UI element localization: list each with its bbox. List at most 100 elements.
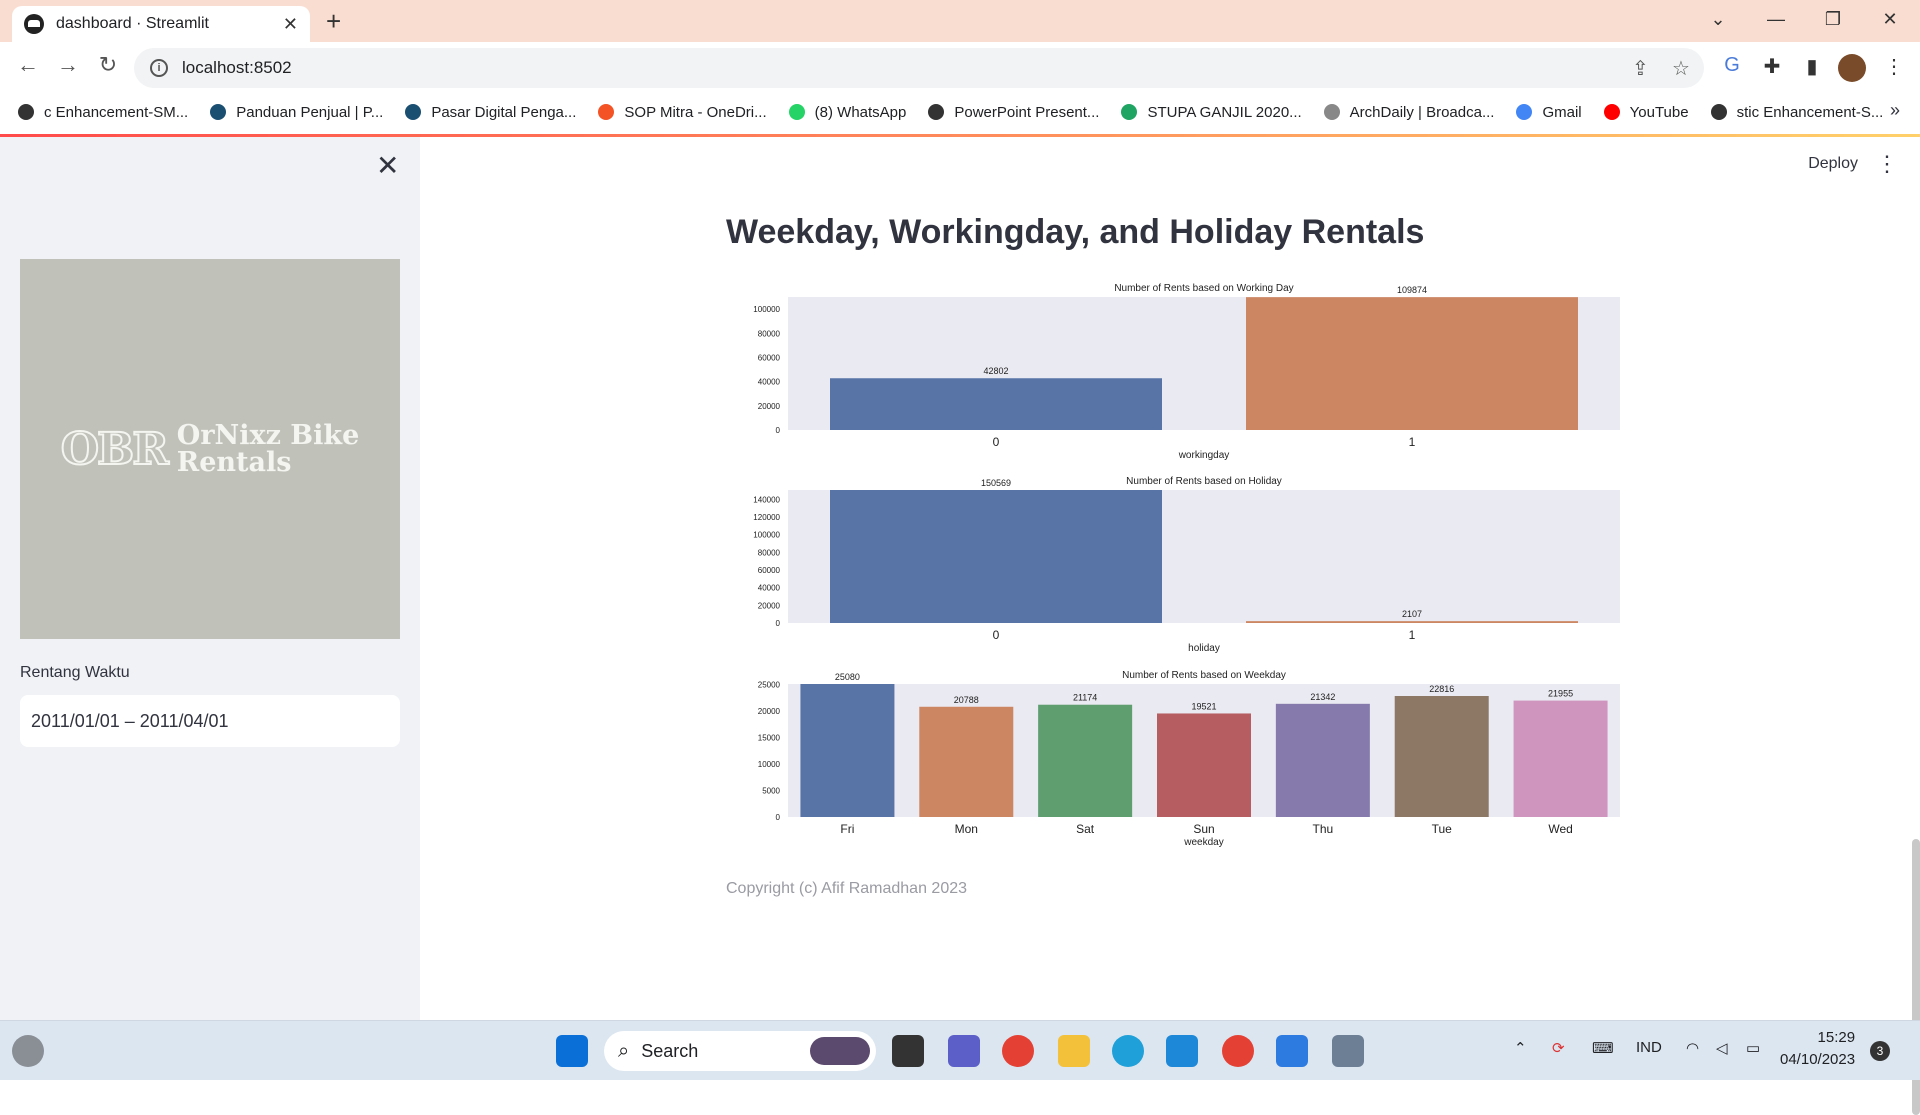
- data-label: 19521: [1191, 701, 1216, 711]
- browser-menu-icon[interactable]: ⋮: [1880, 54, 1908, 79]
- bookmark-label: Gmail: [1542, 103, 1582, 121]
- bookmark-item[interactable]: SOP Mitra - OneDri...: [598, 104, 767, 121]
- sync-icon[interactable]: ⟳: [1552, 1039, 1565, 1057]
- vscode-icon[interactable]: [1166, 1035, 1198, 1067]
- y-tick-label: 0: [776, 426, 781, 435]
- bookmark-label: Pasar Digital Penga...: [431, 103, 577, 121]
- extensions-icon[interactable]: ✚: [1758, 54, 1786, 79]
- date-range-input[interactable]: 2011/01/01 – 2011/04/01: [20, 695, 400, 747]
- globe-icon: [928, 104, 945, 120]
- x-tick-label: Sun: [1193, 822, 1214, 836]
- bookmark-label: STUPA GANJIL 2020...: [1147, 103, 1302, 121]
- data-label: 2107: [1402, 609, 1422, 619]
- bookmark-item[interactable]: Panduan Penjual | P...: [210, 104, 383, 121]
- battery-icon[interactable]: ▭: [1746, 1039, 1760, 1057]
- data-label: 21342: [1310, 692, 1335, 702]
- bookmark-label: ArchDaily | Broadca...: [1349, 103, 1495, 121]
- file-explorer-icon[interactable]: [1058, 1035, 1090, 1067]
- chrome-icon[interactable]: [1002, 1035, 1034, 1067]
- bookmark-item[interactable]: STUPA GANJIL 2020...: [1121, 103, 1302, 121]
- x-tick-label: 1: [1409, 628, 1416, 642]
- keyboard-icon[interactable]: ⌨: [1592, 1039, 1614, 1057]
- bar: [1275, 703, 1370, 817]
- y-tick-label: 20000: [758, 402, 781, 411]
- bookmark-item[interactable]: c Enhancement-SM...: [18, 104, 188, 121]
- address-bar[interactable]: i localhost:8502 ⇪ ☆: [134, 48, 1704, 88]
- forward-icon[interactable]: →: [52, 52, 84, 78]
- tab-search-chevron-icon[interactable]: ⌄: [1698, 4, 1738, 34]
- reload-icon[interactable]: ↻: [92, 52, 124, 78]
- sidebar: ✕ OBR OrNixz Bike Rentals Rentang Waktu …: [0, 137, 420, 1020]
- search-label: Search: [641, 1040, 699, 1061]
- windows-taskbar: ⌕ Search ⌃ ⟳ ⌨ IND ◠ ◁ ▭ 15:29 04/10/202…: [0, 1020, 1920, 1080]
- wifi-icon[interactable]: ◠: [1686, 1039, 1699, 1057]
- share-icon[interactable]: ⇪: [1632, 56, 1649, 81]
- chrome-profile-icon[interactable]: [1222, 1035, 1254, 1067]
- bookmark-item[interactable]: Gmail: [1516, 103, 1582, 121]
- bar: [1038, 704, 1133, 817]
- more-bookmarks-icon[interactable]: »: [1890, 100, 1900, 121]
- show-hidden-icons[interactable]: ⌃: [1514, 1039, 1527, 1057]
- profile-avatar[interactable]: [1838, 54, 1866, 82]
- window-close-icon[interactable]: ✕: [1870, 4, 1910, 34]
- translate-icon[interactable]: G: [1718, 54, 1746, 77]
- y-tick-label: 100000: [753, 531, 780, 540]
- y-tick-label: 140000: [753, 495, 780, 504]
- windows-start-icon[interactable]: [556, 1035, 588, 1067]
- notification-badge[interactable]: 3: [1870, 1041, 1890, 1061]
- tab-close-icon[interactable]: ✕: [283, 14, 298, 35]
- settings-icon[interactable]: [1332, 1035, 1364, 1067]
- y-tick-label: 40000: [758, 378, 781, 387]
- bookmark-item[interactable]: ArchDaily | Broadca...: [1323, 103, 1495, 121]
- edge-icon[interactable]: [1112, 1035, 1144, 1067]
- data-label: 42802: [983, 366, 1008, 376]
- clock-time: 15:29: [1817, 1029, 1856, 1046]
- task-view-icon[interactable]: [892, 1035, 924, 1067]
- bookmark-star-icon[interactable]: ☆: [1672, 56, 1690, 81]
- search-icon: ⌕: [618, 1039, 630, 1062]
- y-tick-label: 100000: [753, 305, 780, 314]
- side-panel-icon[interactable]: ▮: [1798, 54, 1826, 79]
- drive-icon: [1121, 104, 1138, 120]
- shop-icon: [210, 104, 227, 120]
- bookmark-item[interactable]: (8) WhatsApp: [788, 104, 906, 121]
- bar: [1157, 713, 1251, 817]
- volume-icon[interactable]: ◁: [1716, 1039, 1728, 1057]
- x-tick-label: 0: [993, 435, 1000, 449]
- y-tick-label: 40000: [758, 584, 781, 593]
- weather-widget-icon[interactable]: [12, 1035, 44, 1067]
- x-tick-label: Mon: [955, 822, 978, 836]
- taskbar-search[interactable]: ⌕ Search: [604, 1031, 876, 1071]
- language-indicator[interactable]: IND: [1636, 1039, 1662, 1056]
- page-title: Weekday, Workingday, and Holiday Rentals: [726, 213, 1425, 251]
- main-menu-icon[interactable]: ⋮: [1876, 151, 1898, 177]
- data-label: 21955: [1548, 689, 1573, 699]
- back-icon[interactable]: ←: [12, 52, 44, 78]
- bar: [800, 684, 895, 817]
- new-tab-icon[interactable]: +: [326, 6, 341, 36]
- y-tick-label: 60000: [758, 353, 781, 362]
- minimize-icon[interactable]: —: [1756, 4, 1796, 34]
- google-icon: [1516, 104, 1533, 120]
- teams-icon[interactable]: [948, 1035, 980, 1067]
- browser-tab-bar: dashboard · Streamlit ✕ + ⌄ — ❐ ✕: [0, 0, 1920, 42]
- logo-name-line2: Rentals: [176, 447, 292, 478]
- y-tick-label: 60000: [758, 566, 781, 575]
- company-logo: OBR OrNixz Bike Rentals: [20, 259, 400, 639]
- maximize-icon[interactable]: ❐: [1813, 4, 1853, 34]
- bookmark-item[interactable]: Pasar Digital Penga...: [405, 104, 576, 121]
- bookmark-item[interactable]: PowerPoint Present...: [928, 104, 1099, 121]
- sidebar-close-icon[interactable]: ✕: [376, 149, 399, 182]
- y-tick-label: 80000: [758, 548, 781, 557]
- site-info-icon[interactable]: i: [150, 59, 168, 77]
- x-tick-label: Sat: [1076, 822, 1095, 836]
- browser-tab[interactable]: dashboard · Streamlit ✕: [12, 6, 310, 42]
- y-tick-label: 5000: [762, 786, 780, 795]
- clock[interactable]: 15:29 04/10/2023: [1780, 1027, 1855, 1071]
- bookmarks-bar: c Enhancement-SM... Panduan Penjual | P..…: [0, 94, 1920, 130]
- youtube-icon: [1603, 104, 1620, 120]
- deploy-button[interactable]: Deploy: [1808, 155, 1858, 173]
- bookmark-item[interactable]: stic Enhancement-S...: [1710, 104, 1883, 121]
- bookmark-item[interactable]: YouTube: [1603, 104, 1689, 121]
- notepad-icon[interactable]: [1276, 1035, 1308, 1067]
